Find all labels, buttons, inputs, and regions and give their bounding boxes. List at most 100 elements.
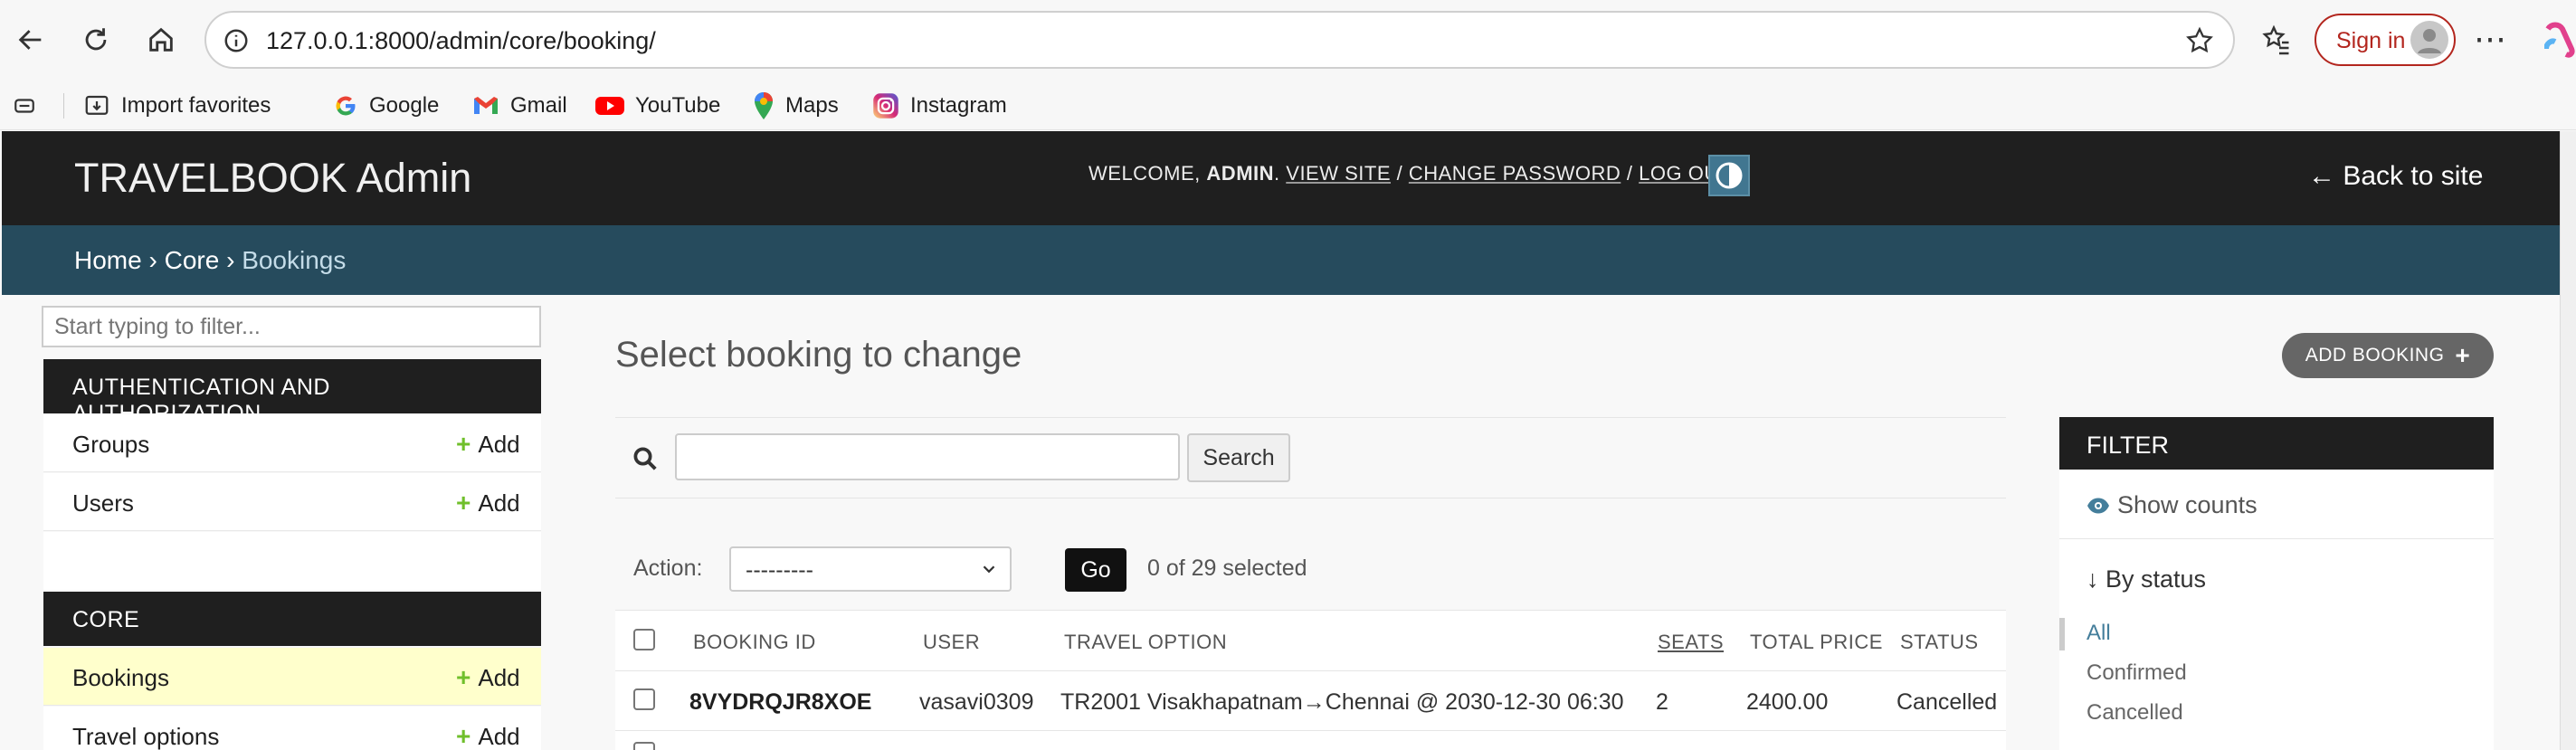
module-caption-auth[interactable]: AUTHENTICATION AND AUTHORIZATION [43,359,541,426]
bookmark-import-favorites[interactable]: Import favorites [83,81,271,130]
eye-icon [2086,497,2110,515]
tab-actions-icon[interactable] [13,94,36,118]
add-groups-link[interactable]: + Add [456,430,520,459]
sign-in-label: Sign in [2336,28,2406,53]
cell-user: vasavi0309 [919,689,1034,715]
cell-status: Cancelled [1896,689,1998,715]
add-booking-label: ADD BOOKING [2305,345,2445,366]
action-selected-value: --------- [746,557,813,583]
column-header-booking-id[interactable]: BOOKING ID [693,631,816,654]
back-arrow-icon[interactable] [5,14,56,65]
filter-by-status-heading[interactable]: ↓ By status [2086,565,2206,593]
column-header-total-price[interactable]: TOTAL PRICE [1750,631,1883,654]
column-header-seats[interactable]: SEATS [1658,631,1724,654]
model-link-users[interactable]: Users [72,489,134,517]
youtube-icon [595,95,624,117]
bookmark-youtube[interactable]: YouTube [595,81,720,130]
site-brand[interactable]: TRAVELBOOK Admin [74,155,471,202]
plus-icon: + [456,722,471,750]
bookmarks-bar: Import favorites Google Gmail YouTube Ma… [0,81,2576,130]
breadcrumb-separator: › [226,246,235,274]
home-icon[interactable] [136,14,186,65]
bookmark-instagram[interactable]: Instagram [872,81,1007,130]
search-button[interactable]: Search [1187,433,1290,482]
actions-bar: Action: --------- Go 0 of 29 selected [615,534,2006,610]
search-icon [632,445,659,472]
select-all-checkbox[interactable] [633,629,655,650]
maps-icon [753,91,775,120]
table-row [615,731,2006,750]
show-counts-link[interactable]: Show counts [2086,491,2258,519]
module-spacer [43,532,541,590]
filter-option-confirmed[interactable]: Confirmed [2086,660,2187,686]
favorites-icon[interactable] [2260,24,2293,56]
filter-option-all[interactable]: All [2086,621,2111,646]
import-favorites-icon [83,92,110,119]
result-table: BOOKING ID USER TRAVEL OPTION SEATS TOTA… [615,610,2006,750]
page-scrollbar[interactable] [2560,131,2576,750]
column-header-travel-option[interactable]: TRAVEL OPTION [1064,631,1227,654]
bookmark-label: YouTube [635,93,721,118]
filter-title: FILTER [2059,417,2494,470]
theme-toggle-button[interactable] [1708,155,1750,196]
show-counts-label: Show counts [2117,491,2258,518]
selected-filter-indicator [2059,618,2065,650]
go-button[interactable]: Go [1065,548,1126,592]
plus-icon: + [456,663,471,691]
model-row-travel-options: Travel options + Add [43,707,541,750]
bookmark-label: Maps [785,93,839,118]
model-row-users: Users + Add [43,473,541,531]
booking-id-link[interactable]: 8VYDRQJR8XOE [689,689,871,716]
site-info-icon[interactable] [223,27,250,54]
sign-in-button[interactable]: Sign in [2315,14,2456,66]
model-link-groups[interactable]: Groups [72,431,149,459]
cell-travel-option: TR2001 Visakhapatnam→Chennai @ 2030-12-3… [1060,689,1624,715]
copilot-icon[interactable] [2544,22,2576,58]
plus-icon: + [2455,341,2471,369]
breadcrumb-separator: › [148,246,157,274]
gmail-icon [472,95,499,117]
bookmark-label: Import favorites [121,93,271,118]
page-title: Select booking to change [615,335,1022,375]
add-booking-button[interactable]: ADD BOOKING + [2282,333,2494,378]
more-menu-icon[interactable]: ⋯ [2474,20,2506,58]
column-header-status[interactable]: STATUS [1900,631,1979,654]
module-caption-core[interactable]: CORE [43,592,541,646]
model-link-travel-options[interactable]: Travel options [72,723,219,750]
view-site-link[interactable]: VIEW SITE [1286,162,1391,185]
row-checkbox[interactable] [633,688,655,710]
favorite-star-icon[interactable] [2184,25,2215,56]
search-input[interactable] [675,433,1180,480]
google-icon [333,93,358,119]
filter-option-cancelled[interactable]: Cancelled [2086,700,2183,726]
add-label: Add [478,722,520,750]
browser-toolbar: 127.0.0.1:8000/admin/core/booking/ Sign … [0,0,2576,81]
add-travel-options-link[interactable]: + Add [456,722,520,750]
back-to-site-link[interactable]: ← Back to site [2308,161,2483,192]
add-bookings-link[interactable]: + Add [456,663,520,692]
instagram-icon [872,92,899,119]
bookmark-gmail[interactable]: Gmail [472,81,567,130]
add-users-link[interactable]: + Add [456,489,520,517]
model-link-bookings[interactable]: Bookings [72,664,169,692]
add-label: Add [478,430,520,458]
username: ADMIN [1206,162,1275,185]
site-header: TRAVELBOOK Admin WELCOME, ADMIN. VIEW SI… [2,131,2560,225]
action-select[interactable]: --------- [729,546,1012,592]
bookmark-label: Google [369,93,440,118]
nav-filter-input[interactable] [42,306,541,347]
url-text: 127.0.0.1:8000/admin/core/booking/ [266,27,656,54]
row-checkbox[interactable] [633,742,655,750]
bookmark-maps[interactable]: Maps [753,81,839,130]
breadcrumb-core[interactable]: Core [165,246,220,274]
change-password-link[interactable]: CHANGE PASSWORD [1409,162,1621,185]
address-bar[interactable]: 127.0.0.1:8000/admin/core/booking/ [204,11,2235,69]
add-label: Add [478,663,520,691]
breadcrumb-home[interactable]: Home [74,246,142,274]
user-tools: WELCOME, ADMIN. VIEW SITE / CHANGE PASSW… [1088,162,1732,185]
cell-total-price: 2400.00 [1746,689,1829,715]
plus-icon: + [456,489,471,517]
column-header-user[interactable]: USER [923,631,980,654]
bookmark-google[interactable]: Google [333,81,439,130]
refresh-icon[interactable] [71,14,121,65]
